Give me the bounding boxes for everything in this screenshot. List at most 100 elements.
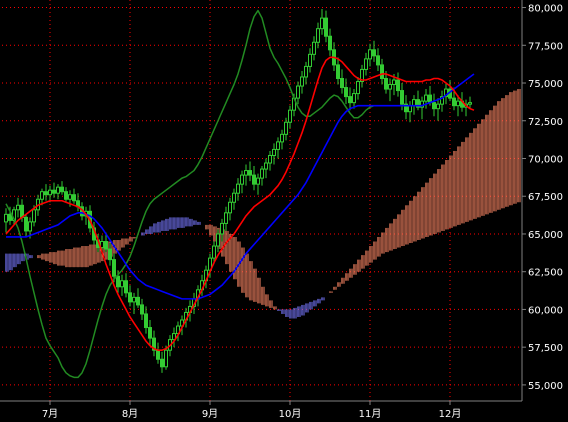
candle-body xyxy=(120,280,124,288)
candle-body xyxy=(44,191,48,196)
candle-body xyxy=(40,191,44,200)
candle-body xyxy=(244,170,248,176)
candle-body xyxy=(336,64,340,79)
candle-body xyxy=(68,194,72,200)
candle-body xyxy=(136,296,140,306)
candle-body xyxy=(212,245,216,259)
y-tick-label: 80,000 xyxy=(528,4,563,15)
candle-body xyxy=(112,259,116,277)
candle-body xyxy=(432,102,436,110)
candle-body xyxy=(144,313,148,329)
candle-body xyxy=(260,168,264,179)
candle-body xyxy=(376,55,380,66)
candle-body xyxy=(52,189,56,194)
y-tick-label: 67,500 xyxy=(528,192,563,203)
y-tick-label: 72,500 xyxy=(528,117,563,128)
candle-body xyxy=(344,87,348,98)
candle-body xyxy=(268,154,272,164)
candle-body xyxy=(132,296,136,303)
candle-body xyxy=(108,248,112,261)
candle-body xyxy=(316,28,320,43)
candle-body xyxy=(216,233,220,247)
candle-body xyxy=(424,94,428,102)
candle-body xyxy=(20,204,24,218)
candle-body xyxy=(252,174,256,185)
candle-body xyxy=(328,35,332,51)
candle-body xyxy=(324,17,328,37)
candle-body xyxy=(72,194,76,202)
candle-body xyxy=(164,349,168,368)
candle-body xyxy=(128,292,132,303)
candle-body xyxy=(300,76,304,87)
candle-body xyxy=(264,162,268,170)
y-tick-label: 77,500 xyxy=(528,41,563,52)
candle-body xyxy=(320,17,324,30)
candle-body xyxy=(356,81,360,95)
candle-body xyxy=(412,99,416,107)
candle-body xyxy=(228,201,232,214)
y-tick-label: 60,000 xyxy=(528,305,563,316)
x-tick-label: 10月 xyxy=(279,408,302,420)
candle-body xyxy=(288,109,292,123)
candle-body xyxy=(8,213,12,221)
candle-body xyxy=(160,358,164,368)
candle-body xyxy=(364,58,368,70)
candle-body xyxy=(224,212,228,224)
candle-body xyxy=(248,170,252,176)
y-tick-label: 65,000 xyxy=(528,230,563,241)
candle-body xyxy=(468,102,472,105)
candle-body xyxy=(28,221,32,232)
candle-body xyxy=(64,191,68,200)
candle-body xyxy=(256,177,260,185)
candle-body xyxy=(384,77,388,90)
y-tick-label: 70,000 xyxy=(528,154,563,165)
candle-body xyxy=(140,304,144,315)
candle-body xyxy=(308,53,312,67)
candle-body xyxy=(116,275,120,288)
x-tick-label: 7月 xyxy=(42,408,58,420)
ichimoku-chart: 80,000 77,500 75,000 72,500 70,000 67,500 65,0… xyxy=(0,0,568,422)
candle-body xyxy=(392,79,396,86)
x-tick-label: 8月 xyxy=(122,408,138,420)
candle-body xyxy=(156,349,160,360)
candle-body xyxy=(272,148,276,156)
candle-body xyxy=(124,280,128,294)
y-tick-label: 57,500 xyxy=(528,343,563,354)
candle-body xyxy=(240,174,244,185)
y-tick-label: 55,000 xyxy=(528,381,563,392)
candle-body xyxy=(24,216,28,232)
candle-body xyxy=(348,96,352,104)
candle-body xyxy=(48,189,52,196)
candle-body xyxy=(396,79,400,92)
candle-body xyxy=(4,213,8,223)
candle-body xyxy=(220,222,224,235)
y-tick-label: 62,500 xyxy=(528,268,563,279)
x-tick-label: 9月 xyxy=(202,408,218,420)
candle-body xyxy=(340,77,344,89)
candle-body xyxy=(16,204,20,211)
x-tick-label: 12月 xyxy=(439,408,462,420)
candle-body xyxy=(452,97,456,107)
candle-body xyxy=(296,85,300,99)
candle-body xyxy=(60,186,64,193)
candle-body xyxy=(232,192,236,203)
y-tick-label: 75,000 xyxy=(528,79,563,90)
candle-body xyxy=(32,209,36,223)
candle-body xyxy=(352,93,356,104)
candle-body xyxy=(400,90,404,105)
candle-body xyxy=(380,64,384,79)
candle-body xyxy=(368,49,372,60)
candle-body xyxy=(236,183,240,194)
candle-body xyxy=(148,327,152,339)
candle-body xyxy=(104,241,108,250)
candle-body xyxy=(284,121,288,135)
x-tick-label: 11月 xyxy=(359,408,382,420)
candle-body xyxy=(372,49,376,57)
candle-body xyxy=(456,100,460,107)
candle-body xyxy=(436,103,440,110)
candle-body xyxy=(276,141,280,150)
candle-body xyxy=(312,41,316,55)
candle-body xyxy=(280,133,284,143)
candle-body xyxy=(408,105,412,113)
candle-body xyxy=(56,186,60,194)
